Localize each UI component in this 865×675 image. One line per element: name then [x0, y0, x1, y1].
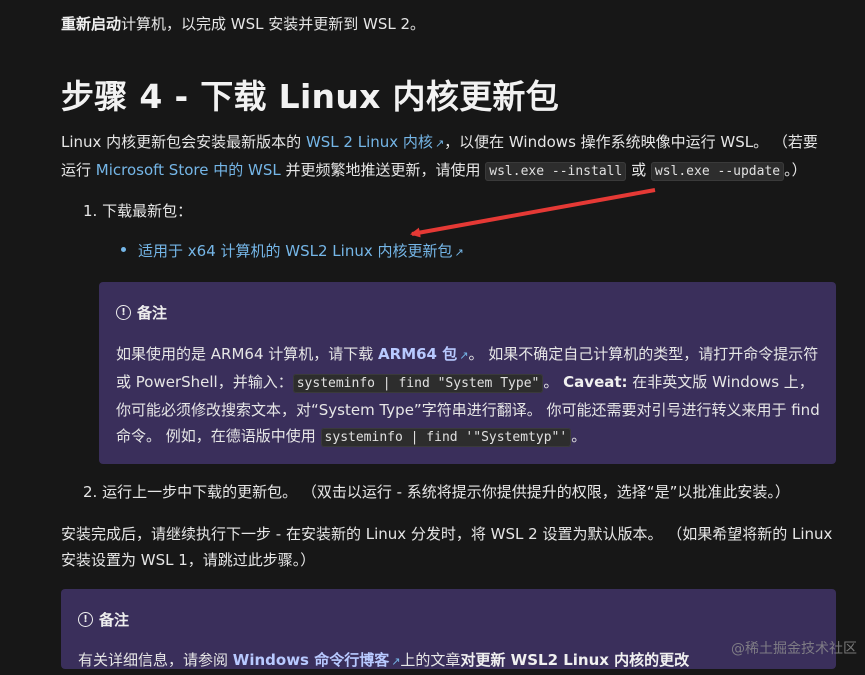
arm64-package-link[interactable]: ARM64 包: [378, 345, 457, 363]
external-link-icon: ↗: [434, 137, 445, 150]
download-list-item: 适用于 x64 计算机的 WSL2 Linux 内核更新包 ↗: [121, 240, 464, 261]
intro-paragraph: Linux 内核更新包会安装最新版本的 WSL 2 Linux 内核 ↗，以便在 …: [61, 129, 831, 185]
step-1: 1. 下载最新包：: [83, 202, 193, 220]
note-text-1: 如果使用的是 ARM64 计算机，请下载: [116, 345, 379, 363]
restart-text: 计算机，以完成 WSL 安装并更新到 WSL 2。: [121, 15, 426, 33]
note-text-1: 有关详细信息，请参阅: [78, 651, 233, 669]
note-title-text: 备注: [137, 304, 168, 322]
info-icon: !: [78, 612, 93, 627]
intro-text-1: Linux 内核更新包会安装最新版本的: [61, 133, 306, 151]
restart-paragraph: 重新启动计算机，以完成 WSL 安装并更新到 WSL 2。: [61, 11, 425, 37]
windows-cmdline-blog-link[interactable]: Windows 命令行博客: [233, 651, 389, 669]
step-2: 2. 运行上一步中下载的更新包。 （双击以运行 - 系统将提示你提供提升的权限，…: [83, 483, 790, 501]
after-install-paragraph: 安装完成后，请继续执行下一步 - 在安装新的 Linux 分发时，将 WSL 2…: [61, 525, 833, 569]
wsl2-kernel-link[interactable]: WSL 2 Linux 内核: [306, 133, 433, 151]
microsoft-store-wsl-link[interactable]: Microsoft Store 中的 WSL: [96, 161, 281, 179]
note-callout-blog: ! 备注 有关详细信息，请参阅 Windows 命令行博客 ↗上的文章对更新 WSL…: [61, 589, 836, 669]
note-callout-arm64: ! 备注 如果使用的是 ARM64 计算机，请下载 ARM64 包 ↗。 如果不确定…: [99, 282, 836, 464]
note-text-5: 。: [571, 427, 587, 445]
kernel-changes-link[interactable]: 对更新 WSL2 Linux 内核的更改: [460, 651, 689, 669]
note-title-text: 备注: [99, 611, 130, 629]
note-body: 有关详细信息，请参阅 Windows 命令行博客 ↗上的文章对更新 WSL2 Li…: [78, 647, 788, 675]
intro-text-3: 并更频繁地推送更新，请使用: [280, 161, 486, 179]
code-systeminfo: systeminfo | find "System Type": [292, 374, 544, 393]
code-systeminfo-de: systeminfo | find '"Systemtyp"': [320, 428, 572, 447]
x64-kernel-download-link[interactable]: 适用于 x64 计算机的 WSL2 Linux 内核更新包: [138, 242, 452, 260]
note-text-3: 。: [543, 373, 559, 391]
external-link-icon: ↗: [454, 246, 464, 259]
intro-text-4: 或: [626, 161, 651, 179]
watermark: @稀土掘金技术社区: [731, 641, 857, 657]
note-body: 如果使用的是 ARM64 计算机，请下载 ARM64 包 ↗。 如果不确定自己计算…: [116, 341, 826, 451]
info-icon: !: [116, 305, 131, 320]
code-wsl-update: wsl.exe --update: [650, 162, 785, 181]
arrow-line: [410, 188, 656, 238]
note-title: ! 备注: [116, 302, 167, 323]
intro-text-5: 。）: [784, 161, 807, 179]
bullet-dot: [121, 247, 126, 252]
note-text-2: 上的文章: [400, 651, 461, 669]
code-wsl-install: wsl.exe --install: [485, 162, 627, 181]
restart-bold: 重新启动: [61, 15, 122, 33]
note-title: ! 备注: [78, 609, 129, 630]
page-heading: 步骤 4 - 下载 Linux 内核更新包: [61, 77, 560, 116]
caveat-label: Caveat:: [563, 373, 628, 391]
